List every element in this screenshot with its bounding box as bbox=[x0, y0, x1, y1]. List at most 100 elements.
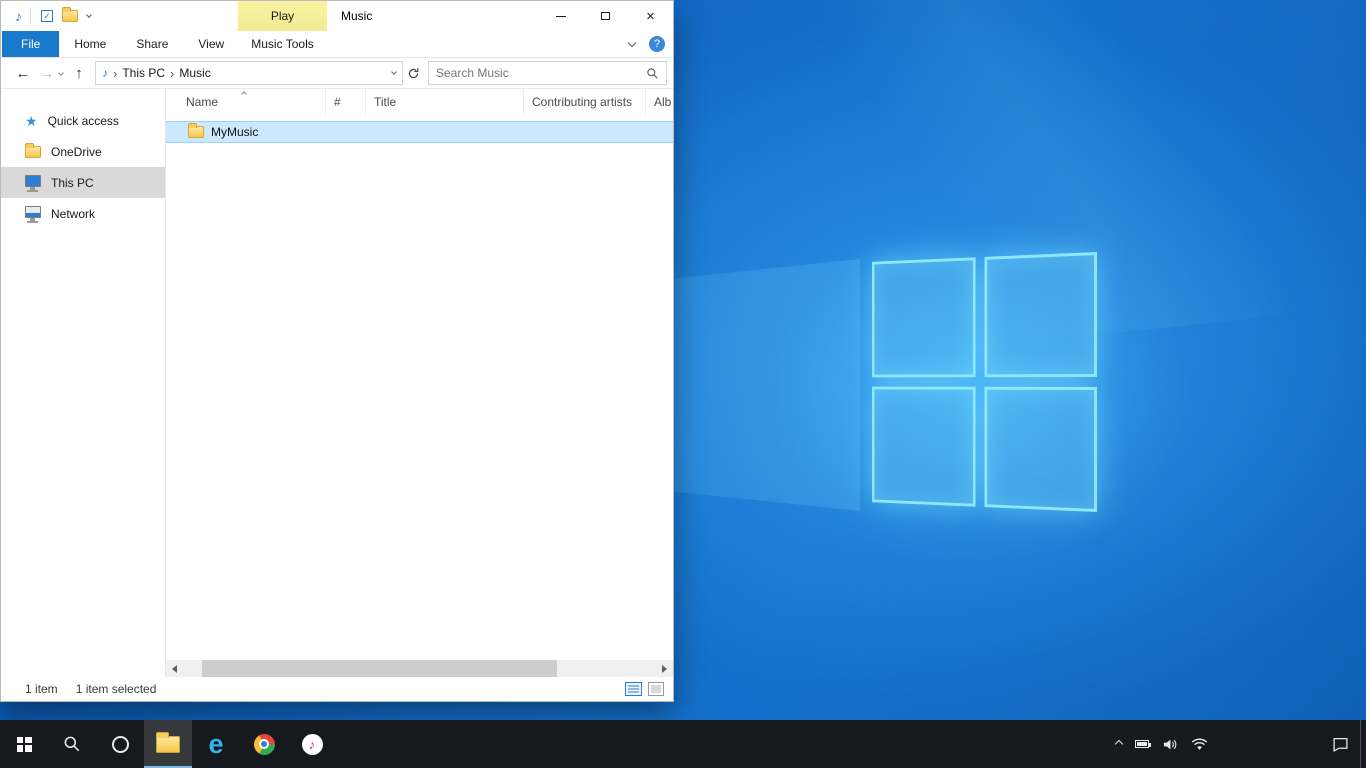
tab-home[interactable]: Home bbox=[59, 31, 121, 57]
file-explorer-icon bbox=[156, 736, 180, 753]
chrome-icon bbox=[254, 734, 275, 755]
network-wifi-icon[interactable] bbox=[1191, 738, 1208, 751]
caption-buttons: × bbox=[538, 1, 673, 31]
search-input[interactable] bbox=[436, 66, 646, 80]
horizontal-scrollbar[interactable] bbox=[166, 660, 673, 677]
qat-new-folder-icon[interactable] bbox=[62, 10, 78, 22]
search-box bbox=[428, 61, 667, 85]
breadcrumb-separator-icon: › bbox=[113, 66, 117, 81]
folder-icon bbox=[25, 146, 41, 158]
details-view-button[interactable] bbox=[625, 682, 642, 696]
item-count-label: 1 item bbox=[25, 682, 58, 696]
up-button[interactable]: ↑ bbox=[67, 65, 91, 82]
search-icon[interactable] bbox=[646, 67, 659, 80]
column-header-number[interactable]: # bbox=[326, 89, 366, 115]
sidebar-item-label: Network bbox=[51, 207, 95, 221]
taskbar-search-button[interactable] bbox=[48, 720, 96, 768]
internet-explorer-button[interactable]: e bbox=[192, 720, 240, 768]
sidebar-item-network[interactable]: Network bbox=[1, 198, 165, 229]
close-icon: × bbox=[646, 9, 655, 24]
music-note-icon: ♪ bbox=[15, 8, 22, 24]
scrollbar-track[interactable] bbox=[183, 660, 656, 677]
view-toggles bbox=[625, 682, 673, 696]
breadcrumb-separator-icon: › bbox=[170, 66, 174, 81]
hidden-icons-chevron-icon[interactable] bbox=[1115, 740, 1123, 748]
recent-locations-chevron-icon[interactable] bbox=[58, 70, 64, 76]
refresh-icon bbox=[407, 67, 420, 80]
ribbon-tabs: File Home Share View Music Tools ? bbox=[1, 31, 673, 58]
taskbar: e ♪ bbox=[0, 720, 1366, 768]
system-tray bbox=[1116, 720, 1320, 768]
scroll-left-button[interactable] bbox=[166, 660, 183, 677]
explorer-main: ★ Quick access OneDrive This PC Network … bbox=[1, 89, 673, 677]
refresh-button[interactable] bbox=[403, 67, 423, 80]
sidebar-item-label: OneDrive bbox=[51, 145, 102, 159]
close-button[interactable]: × bbox=[628, 1, 673, 31]
titlebar-divider bbox=[30, 9, 31, 23]
column-header-contributing-artists[interactable]: Contributing artists bbox=[524, 89, 646, 115]
tab-share[interactable]: Share bbox=[121, 31, 183, 57]
breadcrumb-music[interactable]: Music bbox=[179, 66, 210, 80]
scrollbar-thumb[interactable] bbox=[202, 660, 557, 677]
expand-ribbon-chevron-icon[interactable] bbox=[628, 38, 636, 46]
battery-icon[interactable] bbox=[1135, 740, 1149, 748]
address-toolbar: ← → ↑ ♪ › This PC › Music bbox=[1, 58, 673, 89]
qat-customize-chevron-icon[interactable] bbox=[86, 12, 92, 18]
sidebar-item-this-pc[interactable]: This PC bbox=[1, 167, 165, 198]
chrome-button[interactable] bbox=[240, 720, 288, 768]
breadcrumb-this-pc[interactable]: This PC bbox=[122, 66, 165, 80]
navigation-pane: ★ Quick access OneDrive This PC Network bbox=[1, 89, 166, 677]
action-center-button[interactable] bbox=[1320, 720, 1360, 768]
tab-view[interactable]: View bbox=[183, 31, 239, 57]
sidebar-item-label: Quick access bbox=[48, 114, 119, 128]
windows-logo bbox=[872, 252, 1097, 512]
file-list[interactable]: MyMusic bbox=[166, 115, 673, 660]
status-bar: 1 item 1 item selected bbox=[1, 677, 673, 701]
cortana-button[interactable] bbox=[96, 720, 144, 768]
search-icon bbox=[63, 735, 81, 753]
sidebar-item-quick-access[interactable]: ★ Quick access bbox=[1, 105, 165, 136]
taskbar-file-explorer-button[interactable] bbox=[144, 720, 192, 768]
itunes-button[interactable]: ♪ bbox=[288, 720, 336, 768]
window-title: Music bbox=[341, 9, 372, 23]
file-name: MyMusic bbox=[211, 125, 258, 139]
column-header-album[interactable]: Alb bbox=[646, 89, 673, 115]
windows-logo-pane bbox=[872, 257, 976, 377]
music-note-icon: ♪ bbox=[102, 66, 108, 80]
maximize-button[interactable] bbox=[583, 1, 628, 31]
volume-icon[interactable] bbox=[1162, 737, 1178, 752]
forward-button[interactable]: → bbox=[35, 65, 59, 82]
star-icon: ★ bbox=[25, 114, 38, 128]
sidebar-item-label: This PC bbox=[51, 176, 94, 190]
column-headers: Name # Title Contributing artists Alb bbox=[166, 89, 673, 115]
scroll-left-icon bbox=[172, 665, 177, 673]
ribbon-right-controls: ? bbox=[629, 31, 665, 57]
address-dropdown-chevron-icon[interactable] bbox=[391, 69, 397, 75]
address-bar[interactable]: ♪ › This PC › Music bbox=[95, 61, 403, 85]
start-button[interactable] bbox=[0, 720, 48, 768]
show-desktop-button[interactable] bbox=[1360, 720, 1366, 768]
internet-explorer-icon: e bbox=[208, 731, 223, 758]
scroll-right-button[interactable] bbox=[656, 660, 673, 677]
qat-properties-icon[interactable]: ✓ bbox=[41, 10, 53, 22]
cortana-icon bbox=[112, 736, 129, 753]
titlebar[interactable]: ♪ ✓ Play Music × bbox=[1, 1, 673, 31]
file-explorer-window: ♪ ✓ Play Music × File Home Share View Mu… bbox=[0, 0, 674, 702]
windows-logo-pane bbox=[872, 387, 976, 507]
minimize-button[interactable] bbox=[538, 1, 583, 31]
file-row-mymusic[interactable]: MyMusic bbox=[166, 121, 673, 143]
column-header-title[interactable]: Title bbox=[366, 89, 524, 115]
windows-logo-pane bbox=[985, 387, 1097, 512]
itunes-icon: ♪ bbox=[302, 734, 323, 755]
computer-icon bbox=[25, 175, 41, 187]
help-icon[interactable]: ? bbox=[649, 36, 665, 52]
scroll-right-icon bbox=[662, 665, 667, 673]
contextual-tab-play[interactable]: Play bbox=[238, 1, 327, 31]
large-icons-view-button[interactable] bbox=[648, 682, 664, 696]
folder-icon bbox=[188, 126, 204, 138]
network-icon bbox=[25, 206, 41, 218]
tab-music-tools[interactable]: Music Tools bbox=[238, 31, 327, 57]
back-button[interactable]: ← bbox=[11, 65, 35, 82]
sidebar-item-onedrive[interactable]: OneDrive bbox=[1, 136, 165, 167]
tab-file[interactable]: File bbox=[2, 31, 59, 57]
